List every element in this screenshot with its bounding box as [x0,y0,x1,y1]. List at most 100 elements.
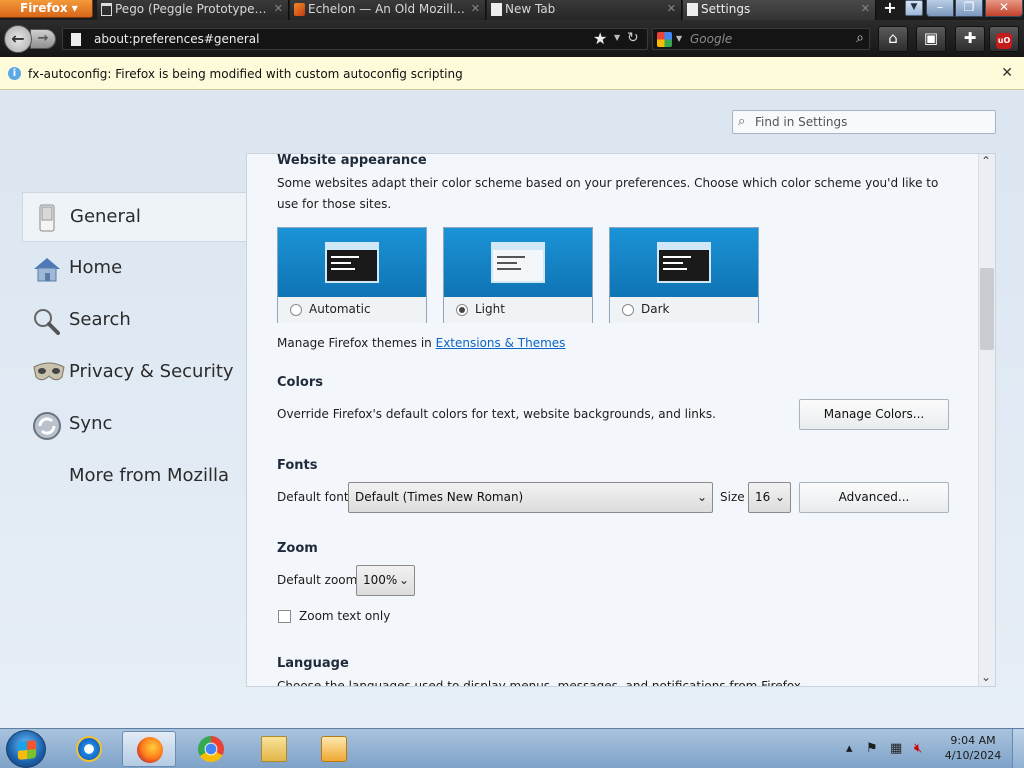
mask-icon [32,359,65,387]
notification-close-button[interactable]: ✕ [1001,65,1013,81]
arrow-right-icon: → [37,31,49,46]
close-window-button[interactable]: ✕ [985,0,1023,17]
notification-text: fx-autoconfig: Firefox is being modified… [28,67,463,81]
tab-new-tab[interactable]: New Tab ✕ [487,0,682,20]
folder-icon [261,736,287,762]
scroll-down-icon[interactable]: ⌄ [981,670,991,684]
taskbar-file-explorer[interactable] [247,731,301,767]
tab-settings[interactable]: Settings ✕ [683,0,876,20]
general-switch-icon [33,204,61,232]
preferences-scrollbar[interactable]: ⌃ ⌄ [978,154,995,686]
taskbar-internet-explorer[interactable] [62,731,116,767]
search-icon[interactable]: ⌕ [856,30,864,46]
sidebar-item-general[interactable]: General [22,192,246,242]
forward-button[interactable]: → [30,29,56,49]
notification-bar: i fx-autoconfig: Firefox is being modifi… [0,57,1024,90]
list-all-tabs-button[interactable]: ▼ [905,0,923,16]
radio-light[interactable] [456,304,468,316]
url-bar[interactable]: about:preferences#general ★ ▼ ↻ [62,28,648,50]
sidebar-item-label: More from Mozilla [69,465,229,486]
echelon-icon [294,3,305,16]
fonts-heading: Fonts [277,458,318,473]
tab-label: New Tab [505,2,556,16]
google-icon[interactable] [657,32,672,47]
theme-label: Automatic [309,302,371,316]
new-tab-button[interactable]: + [878,0,902,18]
scrollbar-thumb[interactable] [980,268,994,350]
sidebar-item-label: Home [69,257,123,278]
sync-icon [32,411,61,440]
tab-pego[interactable]: Pego (Peggle Prototype - A... ✕ [97,0,289,20]
sidebar-item-label: General [70,206,141,227]
url-text[interactable]: about:preferences#general [94,32,260,46]
close-tab-icon[interactable]: ✕ [667,0,676,18]
advanced-fonts-button[interactable]: Advanced... [799,482,949,513]
sidebar-item-search[interactable]: Search [22,296,246,346]
radio-dark[interactable] [622,304,634,316]
find-in-settings-input[interactable] [755,113,991,131]
chevron-down-icon: ⌄ [398,573,409,587]
back-button[interactable]: ← [4,25,32,53]
radio-automatic[interactable] [290,304,302,316]
scroll-up-icon[interactable]: ⌃ [981,154,991,168]
sidebar-item-more-from-mozilla[interactable]: More from Mozilla [22,452,246,502]
font-size-select[interactable]: 16 ⌄ [748,482,791,513]
theme-card-light[interactable]: Light [443,227,593,323]
show-hidden-icons-icon[interactable]: ▴ [846,741,853,756]
theme-preview-window [325,242,379,283]
show-desktop-button[interactable] [1012,729,1024,768]
nav-toolbar: → ← about:preferences#general ★ ▼ ↻ ▼ Go… [0,20,1024,57]
close-tab-icon[interactable]: ✕ [471,0,480,18]
sidebar-item-home[interactable]: Home [22,244,246,294]
start-button[interactable] [6,730,46,768]
close-tab-icon[interactable]: ✕ [861,0,870,18]
settings-page: ⌕ General Home Search Privacy & Security… [0,91,1024,728]
media-player-icon [321,736,347,762]
clock-time: 9:04 AM [950,734,996,747]
firefox-icon [137,737,163,763]
ublock-button[interactable]: uO [989,26,1019,52]
default-font-label: Default font [277,490,349,504]
taskbar-media-player[interactable] [307,731,361,767]
theme-card-dark[interactable]: Dark [609,227,759,323]
bookmark-star-icon[interactable]: ★ [593,29,607,48]
default-zoom-label: Default zoom [277,573,358,587]
network-icon[interactable]: ▦ [890,741,902,756]
library-button[interactable]: ▣ [916,26,946,52]
taskbar-chrome[interactable] [184,731,238,767]
search-input[interactable]: Google [690,32,732,46]
search-engine-dropdown-icon[interactable]: ▼ [676,34,682,43]
maximize-button[interactable]: ❐ [955,0,983,17]
sidebar-item-sync[interactable]: Sync [22,400,246,450]
reload-icon[interactable]: ↻ [627,30,639,46]
manage-colors-button[interactable]: Manage Colors... [799,399,949,430]
minimize-button[interactable]: – [926,0,954,17]
default-zoom-select[interactable]: 100% ⌄ [356,565,415,596]
puzzle-icon: ✚ [963,29,977,47]
home-icon: ⌂ [888,29,898,47]
sidebar-item-label: Privacy & Security [69,361,234,382]
chevron-down-icon: ▼ [71,4,78,13]
zoom-text-only-label[interactable]: Zoom text only [299,606,390,627]
theme-card-automatic[interactable]: Automatic [277,227,427,323]
volume-muted-icon[interactable]: 🔇︎ [914,741,922,756]
default-font-select[interactable]: Default (Times New Roman) ⌄ [348,482,713,513]
theme-label: Light [475,302,505,316]
tab-echelon[interactable]: Echelon — An Old Mozilla ... ✕ [290,0,486,20]
extensions-button[interactable]: ✚ [955,26,985,52]
system-clock[interactable]: 9:04 AM 4/10/2024 [943,733,1003,763]
taskbar-firefox[interactable] [122,731,176,767]
colors-heading: Colors [277,375,324,390]
extensions-themes-link[interactable]: Extensions & Themes [436,336,566,350]
language-heading: Language [277,656,349,671]
action-center-flag-icon[interactable]: ⚑ [866,741,878,756]
firefox-menu-button[interactable]: Firefox ▼ [0,0,93,18]
close-tab-icon[interactable]: ✕ [274,0,283,18]
sidebar-item-privacy[interactable]: Privacy & Security [22,348,246,398]
find-in-settings[interactable]: ⌕ [732,110,996,134]
search-bar[interactable]: ▼ Google ⌕ [652,28,870,50]
url-history-dropdown-icon[interactable]: ▼ [614,33,620,42]
zoom-text-only-checkbox[interactable] [278,610,291,623]
preferences-panel: Website appearance Some websites adapt t… [246,153,996,687]
home-button[interactable]: ⌂ [878,26,908,52]
